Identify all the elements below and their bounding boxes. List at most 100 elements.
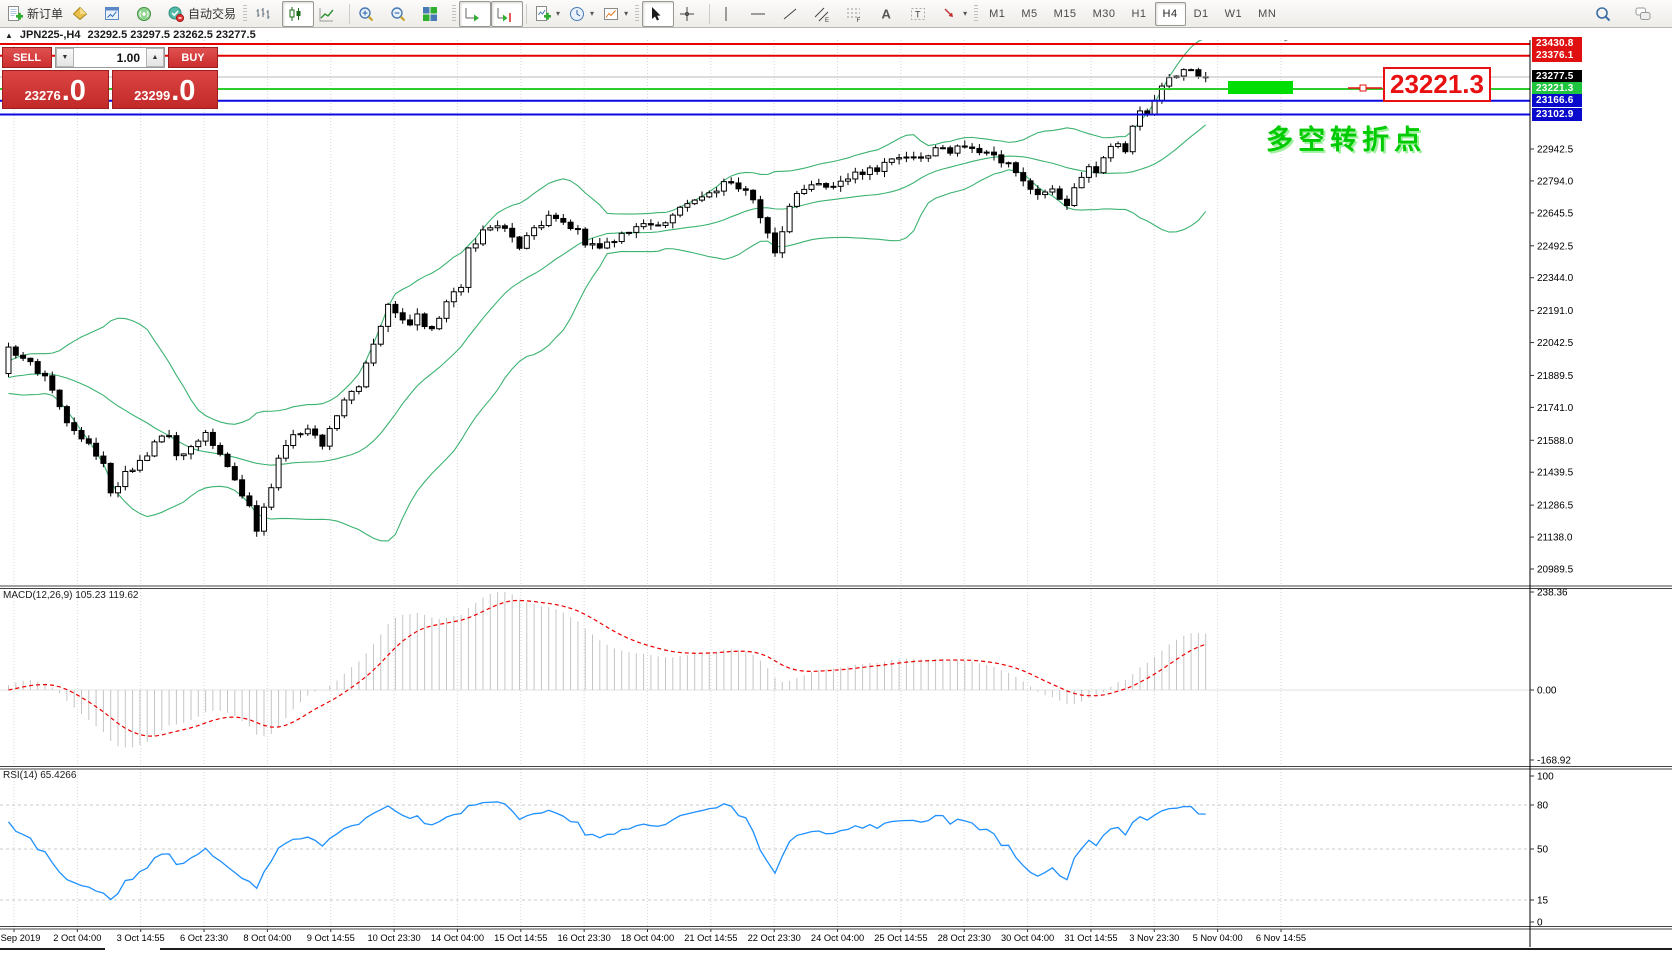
svg-text:100: 100 (1537, 772, 1554, 783)
svg-text:5 Nov 04:00: 5 Nov 04:00 (1193, 933, 1243, 943)
toolbar-crosshair-button[interactable] (674, 1, 706, 27)
price-level-chip[interactable]: 23376.1 (1532, 49, 1582, 62)
timeframe-d1-button[interactable]: D1 (1186, 2, 1217, 26)
sell-button[interactable]: SELL (2, 47, 52, 68)
timeframe-h4-button[interactable]: H4 (1155, 2, 1186, 26)
price-axis[interactable]: 22942.522794.022645.522492.522344.022191… (1530, 145, 1574, 929)
toolbar-group (353, 0, 449, 28)
svg-text:22794.0: 22794.0 (1537, 176, 1574, 187)
macd-header: MACD(12,26,9) 105.23 119.62 (3, 590, 138, 601)
toolbar-equidistant-channel-button[interactable]: E (809, 1, 841, 27)
periods-icon (568, 5, 586, 23)
svg-text:15: 15 (1537, 896, 1549, 907)
toolbar-styler-button[interactable] (67, 1, 99, 27)
horizontal-line-icon (749, 5, 767, 23)
toolbar-new-order-button[interactable]: 新订单 (2, 1, 67, 27)
collapse-triangle-icon[interactable]: ▲ (5, 31, 13, 40)
volume-increase-button[interactable]: ▲ (146, 48, 164, 67)
toolbar-trendline-button[interactable] (777, 1, 809, 27)
bottom-edge-segment (160, 948, 1672, 950)
svg-text:30 Sep 2019: 30 Sep 2019 (0, 933, 40, 943)
mouse-cursor-icon (1280, 29, 1297, 41)
toolbar-search-button[interactable] (1590, 1, 1622, 27)
volume-value[interactable]: 1.00 (74, 48, 146, 67)
svg-text:30 Oct 04:00: 30 Oct 04:00 (1001, 933, 1054, 943)
chevron-down-icon[interactable]: ▾ (624, 9, 628, 18)
turning-point-annotation[interactable]: 多空转折点 (1266, 118, 1426, 157)
svg-text:20989.5: 20989.5 (1537, 565, 1574, 576)
toolbar-text-label-button[interactable]: T (905, 1, 937, 27)
toolbar-fibonacci-button[interactable]: F (841, 1, 873, 27)
svg-text:21138.0: 21138.0 (1537, 533, 1573, 544)
toolbar-group: 新订单 自动交易 (2, 0, 240, 28)
svg-text:50: 50 (1537, 845, 1549, 856)
toolbar-chat-button[interactable] (1630, 1, 1662, 27)
toolbar-separator (635, 5, 639, 23)
new-order-icon (6, 5, 24, 23)
price-level-lines[interactable] (0, 29, 1530, 115)
svg-text:31 Oct 14:55: 31 Oct 14:55 (1064, 933, 1117, 943)
toolbar-templates-button[interactable]: ▾ (598, 1, 632, 27)
auto-scroll-icon (463, 5, 481, 23)
svg-text:18 Oct 04:00: 18 Oct 04:00 (621, 933, 674, 943)
toolbar-autotrading-button[interactable]: 自动交易 (163, 1, 240, 27)
timeframe-m30-button[interactable]: M30 (1085, 2, 1124, 26)
toolbar-group (250, 0, 346, 28)
timeframe-h1-button[interactable]: H1 (1123, 2, 1154, 26)
sell-price[interactable]: 23276 .0 (2, 70, 109, 109)
toolbar-chart-shift-button[interactable] (491, 1, 523, 27)
price-level-chip[interactable]: 23277.5 (1532, 70, 1582, 83)
toolbar-periods-button[interactable]: ▾ (564, 1, 598, 27)
toolbar-text-button[interactable]: A (873, 1, 905, 27)
bars-chart-icon (254, 5, 272, 23)
toolbar-separator (526, 4, 527, 24)
time-axis[interactable]: 30 Sep 20192 Oct 04:003 Oct 14:556 Oct 2… (0, 929, 1306, 944)
toolbar-tile-windows-button[interactable] (417, 1, 449, 27)
toolbar-separator (452, 5, 456, 23)
arrows-icon (941, 5, 959, 23)
highlight-rect-annotation[interactable] (1228, 81, 1293, 94)
svg-text:F: F (857, 18, 861, 23)
timeframe-m1-button[interactable]: M1 (981, 2, 1013, 26)
toolbar-vertical-line-button[interactable] (713, 1, 745, 27)
svg-text:6 Nov 14:55: 6 Nov 14:55 (1256, 933, 1306, 943)
zoom-in-icon (357, 5, 375, 23)
main-toolbar: 新订单 自动交易 ▾ ▾ ▾ E F AT ▾ M1M5M15M30H1H4D1W1MN (0, 0, 1672, 28)
toolbar-line-chart-button[interactable] (314, 1, 346, 27)
bollinger-bands (9, 38, 1206, 541)
chevron-down-icon[interactable]: ▾ (963, 9, 967, 18)
buy-button[interactable]: BUY (168, 47, 218, 68)
timeframe-mn-button[interactable]: MN (1250, 2, 1284, 26)
toolbar-zoom-in-button[interactable] (353, 1, 385, 27)
timeframe-m15-button[interactable]: M15 (1046, 2, 1085, 26)
volume-decrease-button[interactable]: ▼ (56, 48, 74, 67)
tile-windows-icon (421, 5, 439, 23)
toolbar-zoom-out-button[interactable] (385, 1, 417, 27)
svg-text:2 Oct 04:00: 2 Oct 04:00 (53, 933, 101, 943)
svg-text:21286.5: 21286.5 (1537, 501, 1574, 512)
toolbar-indicators-button[interactable]: ▾ (530, 1, 564, 27)
toolbar-cursor-button[interactable] (642, 1, 674, 27)
timeframe-m5-button[interactable]: M5 (1013, 2, 1045, 26)
toolbar-arrows-button[interactable]: ▾ (937, 1, 971, 27)
timeframe-w1-button[interactable]: W1 (1217, 2, 1251, 26)
svg-text:3 Nov 23:30: 3 Nov 23:30 (1129, 933, 1179, 943)
svg-text:22645.5: 22645.5 (1537, 208, 1574, 219)
toolbar-charts-window-button[interactable] (99, 1, 131, 27)
toolbar-signals-button[interactable] (131, 1, 163, 27)
toolbar-bars-chart-button[interactable] (250, 1, 282, 27)
templates-icon (602, 5, 620, 23)
search-icon (1594, 5, 1612, 23)
price-level-chip[interactable]: 23166.6 (1532, 94, 1582, 107)
toolbar-group: ▾ ▾ ▾ (530, 0, 632, 28)
chevron-down-icon[interactable]: ▾ (590, 9, 594, 18)
price-level-chip[interactable]: 23102.9 (1532, 108, 1582, 121)
buy-price[interactable]: 23299 .0 (112, 70, 219, 109)
toolbar-auto-scroll-button[interactable] (459, 1, 491, 27)
toolbar-horizontal-line-button[interactable] (745, 1, 777, 27)
chevron-down-icon[interactable]: ▾ (556, 9, 560, 18)
svg-text:10 Oct 23:30: 10 Oct 23:30 (367, 933, 420, 943)
price-callout-label[interactable]: 23221.3 (1383, 67, 1491, 102)
toolbar-candles-chart-button[interactable] (282, 1, 314, 27)
svg-text:238.36: 238.36 (1537, 588, 1568, 599)
